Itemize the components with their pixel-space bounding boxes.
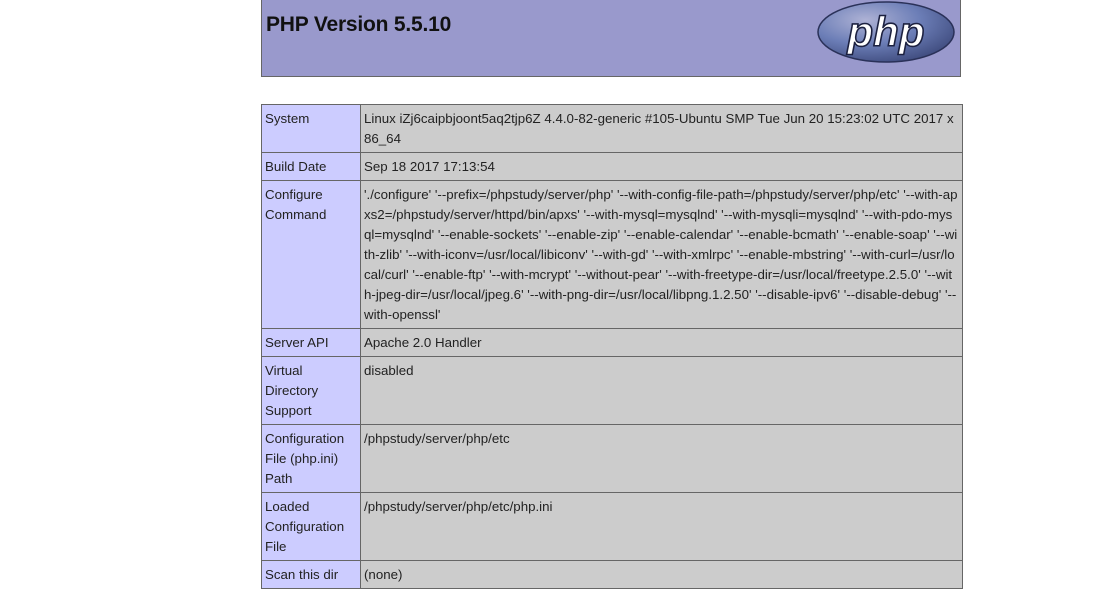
row-value: './configure' '--prefix=/phpstudy/server… (360, 180, 963, 329)
row-key: Build Date (261, 152, 361, 181)
row-key: Virtual Directory Support (261, 356, 361, 425)
table-row: Virtual Directory Support disabled (261, 356, 963, 425)
row-value: disabled (360, 356, 963, 425)
row-value: /phpstudy/server/php/etc/php.ini (360, 492, 963, 561)
page-title: PHP Version 5.5.10 (266, 13, 452, 36)
row-value: Linux iZj6caipbjoont5aq2tjp6Z 4.4.0-82-g… (360, 104, 963, 153)
row-value: Sep 18 2017 17:13:54 (360, 152, 963, 181)
php-logo-text: php (847, 8, 925, 55)
table-row: Scan this dir (none) (261, 560, 963, 589)
php-info-table: System Linux iZj6caipbjoont5aq2tjp6Z 4.4.… (261, 104, 963, 589)
table-row: Build Date Sep 18 2017 17:13:54 (261, 152, 963, 181)
row-key: Configuration File (php.ini) Path (261, 424, 361, 493)
row-value: /phpstudy/server/php/etc (360, 424, 963, 493)
table-row: System Linux iZj6caipbjoont5aq2tjp6Z 4.4.… (261, 104, 963, 153)
php-logo-icon: php (817, 1, 955, 63)
version-header: PHP Version 5.5.10 php (261, 0, 961, 77)
row-key: Configure Command (261, 180, 361, 329)
phpinfo-page: PHP Version 5.5.10 php System Linux iZj6c… (0, 0, 1096, 592)
row-key: Loaded Configuration File (261, 492, 361, 561)
row-key: Server API (261, 328, 361, 357)
table-row: Loaded Configuration File/phpstudy/serve… (261, 492, 963, 561)
row-value: Apache 2.0 Handler (360, 328, 963, 357)
table-row: Server API Apache 2.0 Handler (261, 328, 963, 357)
row-value: (none) (360, 560, 963, 589)
table-row: Configure Command './configure' '--prefix… (261, 180, 963, 329)
table-row: Configuration File (php.ini) Path/phpstu… (261, 424, 963, 493)
row-key: Scan this dir (261, 560, 361, 589)
row-key: System (261, 104, 361, 153)
